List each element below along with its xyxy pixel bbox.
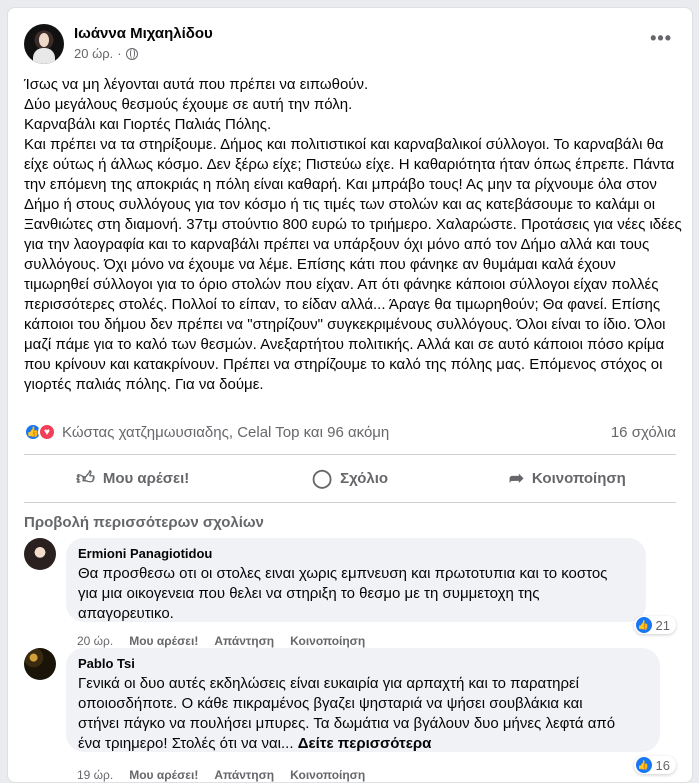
like-reaction-icon: 👍	[635, 617, 652, 633]
love-reaction-icon: ♥	[38, 423, 56, 441]
commenter-name[interactable]: Pablo Tsi	[78, 656, 648, 672]
post-card: Ιωάννα Μιχαηλίδου 20 ώρ. · ••• Ίσως να μ…	[7, 7, 693, 783]
comment-bubble: Ermioni Panagiotidou Θα προσθεσω οτι οι …	[66, 538, 646, 622]
thumbs-up-icon: 👍︎	[76, 468, 95, 488]
commenter-avatar[interactable]	[24, 648, 56, 680]
reactions-bar: 👍 ♥ Κώστας χατζημωυσιαδης, Celal Top και…	[24, 421, 676, 443]
share-label: Κοινοποίηση	[531, 469, 626, 487]
globe-icon[interactable]	[125, 47, 138, 60]
comment: Ermioni Panagiotidou Θα προσθεσω οτι οι …	[24, 538, 676, 648]
comment-reactions[interactable]: 👍 21	[633, 616, 676, 634]
view-more-comments-link[interactable]: Προβολή περισσότερων σχολίων	[24, 514, 264, 531]
see-more-link[interactable]: Δείτε περισσότερα	[298, 735, 432, 752]
post-header: Ιωάννα Μιχαηλίδου 20 ώρ. · •••	[24, 24, 676, 68]
divider	[24, 502, 676, 503]
comment-icon: ◯	[311, 467, 333, 488]
comment-actions: 19 ώρ. Μου αρέσει! Απάντηση Κοινοποίηση	[77, 768, 365, 782]
commenter-name[interactable]: Ermioni Panagiotidou	[78, 546, 634, 562]
comment-actions: 20 ώρ. Μου αρέσει! Απάντηση Κοινοποίηση	[77, 634, 365, 648]
comment: Pablo Tsi Γενικά οι δυο αυτές εκδηλώσεις…	[24, 648, 676, 782]
like-label: Μου αρέσει!	[102, 469, 190, 487]
more-options-icon[interactable]: •••	[650, 28, 672, 49]
share-button[interactable]: ➦ Κοινοποίηση	[459, 456, 676, 500]
comment-like-button[interactable]: Μου αρέσει!	[129, 768, 198, 782]
comment-share-button[interactable]: Κοινοποίηση	[290, 768, 365, 782]
author-name[interactable]: Ιωάννα Μιχαηλίδου	[74, 25, 213, 42]
commenter-avatar[interactable]	[24, 538, 56, 570]
like-reaction-icon: 👍	[635, 757, 652, 773]
comments-count[interactable]: 16 σχόλια	[611, 424, 676, 441]
comment-reaction-count: 21	[655, 617, 670, 633]
like-button[interactable]: 👍︎ Μου αρέσει!	[24, 456, 241, 500]
comment-text: Γενικά οι δυο αυτές εκδηλώσεις είναι ευκ…	[78, 674, 648, 754]
post-meta: 20 ώρ. ·	[74, 46, 138, 61]
comment-reaction-count: 16	[655, 757, 670, 773]
author-avatar[interactable]	[24, 24, 64, 64]
comment-button[interactable]: ◯ Σχόλιο	[241, 456, 458, 500]
post-actions: 👍︎ Μου αρέσει! ◯ Σχόλιο ➦ Κοινοποίηση	[24, 456, 676, 500]
comment-label: Σχόλιο	[340, 469, 389, 487]
comment-reply-button[interactable]: Απάντηση	[214, 768, 274, 782]
comment-share-button[interactable]: Κοινοποίηση	[290, 634, 365, 648]
post-text: Ίσως να μη λέγονται αυτά που πρέπει να ε…	[24, 76, 682, 393]
reaction-names[interactable]: Κώστας χατζημωυσιαδης, Celal Top και 96 …	[62, 424, 389, 441]
reaction-icons[interactable]: 👍 ♥	[24, 423, 56, 441]
comment-time[interactable]: 20 ώρ.	[77, 634, 113, 648]
divider	[24, 454, 676, 455]
comment-time[interactable]: 19 ώρ.	[77, 768, 113, 782]
meta-separator: ·	[117, 46, 122, 61]
share-icon: ➦	[508, 467, 524, 488]
post-time[interactable]: 20 ώρ.	[74, 46, 113, 61]
comment-reactions[interactable]: 👍 16	[633, 756, 676, 774]
comment-text: Θα προσθεσω οτι οι στολες ειναι χωρις εμ…	[78, 565, 608, 622]
comment-like-button[interactable]: Μου αρέσει!	[129, 634, 198, 648]
comment-reply-button[interactable]: Απάντηση	[214, 634, 274, 648]
comment-bubble: Pablo Tsi Γενικά οι δυο αυτές εκδηλώσεις…	[66, 648, 660, 752]
